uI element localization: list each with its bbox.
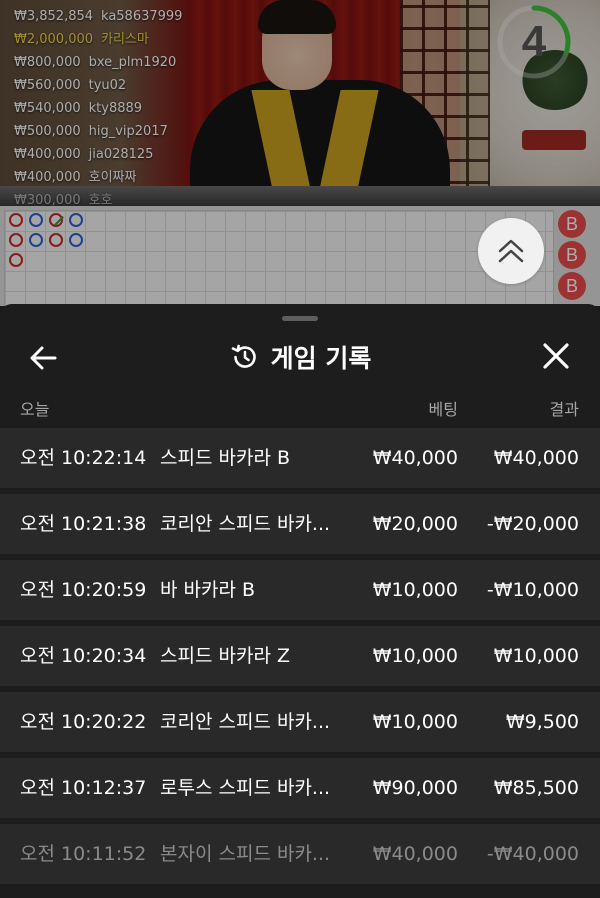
row-game: 스피드 바카라 B: [160, 447, 290, 469]
banker-marker: B: [558, 272, 586, 300]
history-list: 오전 10:22:14 스피드 바카라 B ₩40,000 ₩40,000 오전 10:…: [0, 428, 600, 890]
ticker-user: jia028125: [88, 147, 154, 162]
row-result: -₩40,000: [486, 843, 579, 865]
ticker-amount: ₩3,852,854: [14, 9, 94, 24]
ticker-amount: ₩300,000: [14, 193, 81, 206]
history-row[interactable]: 오전 10:20:22 코리안 스피드 바카... ₩10,000 ₩9,500: [0, 692, 600, 752]
row-result: ₩40,000: [493, 447, 579, 469]
bead-blue: [69, 233, 83, 247]
ticker-user: tyu02: [88, 78, 127, 93]
row-result: ₩9,500: [505, 711, 579, 733]
ticker-row: ₩3,852,854 ka58637999: [14, 5, 182, 28]
ticker-user: 호이짜짜: [88, 170, 137, 185]
row-game: 코리안 스피드 바카...: [160, 513, 331, 535]
ticker-row: ₩2,000,000 카리스마: [14, 28, 182, 51]
history-row[interactable]: 오전 10:22:14 스피드 바카라 B ₩40,000 ₩40,000: [0, 428, 600, 488]
ticker-user: 호호: [88, 193, 113, 206]
column-date: 오늘: [20, 400, 50, 419]
row-bet: ₩40,000: [372, 843, 458, 865]
countdown-timer: 4: [496, 4, 572, 80]
ticker-user: 카리스마: [101, 32, 149, 47]
sheet-header: 게임 기록: [0, 332, 600, 382]
row-game: 스피드 바카라 Z: [160, 645, 290, 667]
arrow-left-icon: [30, 346, 57, 370]
chevron-up-icon: [498, 239, 524, 263]
ticker-row: ₩400,000 jia028125: [14, 143, 182, 166]
bead-red: [9, 253, 23, 267]
live-video: ₩3,852,854 ka58637999 ₩2,000,000 카리스마 ₩800,0…: [0, 0, 600, 206]
video-pot: [522, 130, 586, 150]
expand-button[interactable]: [478, 218, 544, 284]
ticker-row: ₩540,000 kty8889: [14, 97, 182, 120]
bead-red: [9, 233, 23, 247]
row-bet: ₩10,000: [372, 579, 458, 601]
close-icon: [543, 343, 569, 369]
row-time: 오전 10:20:22: [20, 711, 147, 733]
ticker-amount: ₩500,000: [14, 124, 81, 139]
history-icon: [231, 344, 256, 368]
sheet-grabber[interactable]: [282, 316, 318, 321]
column-result: 결과: [549, 400, 579, 419]
column-headers: 오늘 베팅 결과: [0, 396, 600, 419]
ticker-user: kty8889: [88, 101, 143, 116]
dealer-hair: [258, 0, 336, 34]
row-time: 오전 10:21:38: [20, 513, 147, 535]
bead-red: [9, 213, 23, 227]
history-row[interactable]: 오전 10:12:37 로투스 스피드 바카... ₩90,000 ₩85,500: [0, 758, 600, 818]
ticker-row: ₩800,000 bxe_plm1920: [14, 51, 182, 74]
winners-ticker: ₩3,852,854 ka58637999 ₩2,000,000 카리스마 ₩800,0…: [14, 5, 182, 206]
row-game: 로투스 스피드 바카...: [160, 777, 331, 799]
back-button[interactable]: [28, 342, 60, 374]
bead-blue: [29, 213, 43, 227]
row-bet: ₩10,000: [372, 711, 458, 733]
row-bet: ₩90,000: [372, 777, 458, 799]
tie-mark: [54, 216, 64, 226]
row-time: 오전 10:22:14: [20, 447, 147, 469]
ticker-row: ₩560,000 tyu02: [14, 74, 182, 97]
column-bet: 베팅: [428, 400, 458, 419]
ticker-amount: ₩400,000: [14, 170, 81, 185]
row-time: 오전 10:12:37: [20, 777, 147, 799]
ticker-row: ₩400,000 호이짜짜: [14, 166, 182, 189]
row-result: ₩85,500: [493, 777, 579, 799]
row-game: 바 바카라 B: [160, 579, 256, 601]
row-game: 본자이 스피드 바카...: [160, 843, 331, 865]
row-time: 오전 10:20:59: [20, 579, 147, 601]
bead-red: [49, 213, 64, 227]
ticker-amount: ₩800,000: [14, 55, 81, 70]
ticker-amount: ₩2,000,000: [14, 32, 94, 47]
history-row[interactable]: 오전 10:11:52 본자이 스피드 바카... ₩40,000 -₩40,000: [0, 824, 600, 884]
close-button[interactable]: [540, 340, 572, 372]
ticker-user: ka58637999: [101, 9, 183, 24]
sheet-title-wrap: 게임 기록: [0, 332, 600, 382]
sheet-title: 게임 기록: [270, 344, 372, 373]
row-bet: ₩10,000: [372, 645, 458, 667]
row-result: ₩10,000: [493, 645, 579, 667]
bead-blue: [29, 233, 43, 247]
bead-red: [49, 233, 63, 247]
countdown-value: 4: [521, 17, 547, 66]
banker-marker: B: [558, 210, 586, 238]
ticker-user: hig_vip2017: [88, 124, 168, 139]
row-result: -₩10,000: [486, 579, 579, 601]
bead-road: [4, 210, 554, 306]
row-time: 오전 10:20:34: [20, 645, 147, 667]
game-history-sheet: 게임 기록 오늘 베팅 결과 오전 10:22:14 스피드 바카라 B ₩40,0…: [0, 304, 600, 898]
ticker-amount: ₩540,000: [14, 101, 81, 116]
history-row[interactable]: 오전 10:20:34 스피드 바카라 Z ₩10,000 ₩10,000: [0, 626, 600, 686]
ticker-user: bxe_plm1920: [88, 55, 177, 70]
history-row[interactable]: 오전 10:20:59 바 바카라 B ₩10,000 -₩10,000: [0, 560, 600, 620]
row-time: 오전 10:11:52: [20, 843, 147, 865]
ticker-row: ₩300,000 호호: [14, 189, 182, 206]
ticker-amount: ₩400,000: [14, 147, 81, 162]
ticker-amount: ₩560,000: [14, 78, 81, 93]
row-game: 코리안 스피드 바카...: [160, 711, 331, 733]
bead-blue: [69, 213, 83, 227]
row-bet: ₩20,000: [372, 513, 458, 535]
banker-marker: B: [558, 241, 586, 269]
history-row[interactable]: 오전 10:21:38 코리안 스피드 바카... ₩20,000 -₩20,000: [0, 494, 600, 554]
row-bet: ₩40,000: [372, 447, 458, 469]
ticker-row: ₩500,000 hig_vip2017: [14, 120, 182, 143]
row-result: -₩20,000: [486, 513, 579, 535]
